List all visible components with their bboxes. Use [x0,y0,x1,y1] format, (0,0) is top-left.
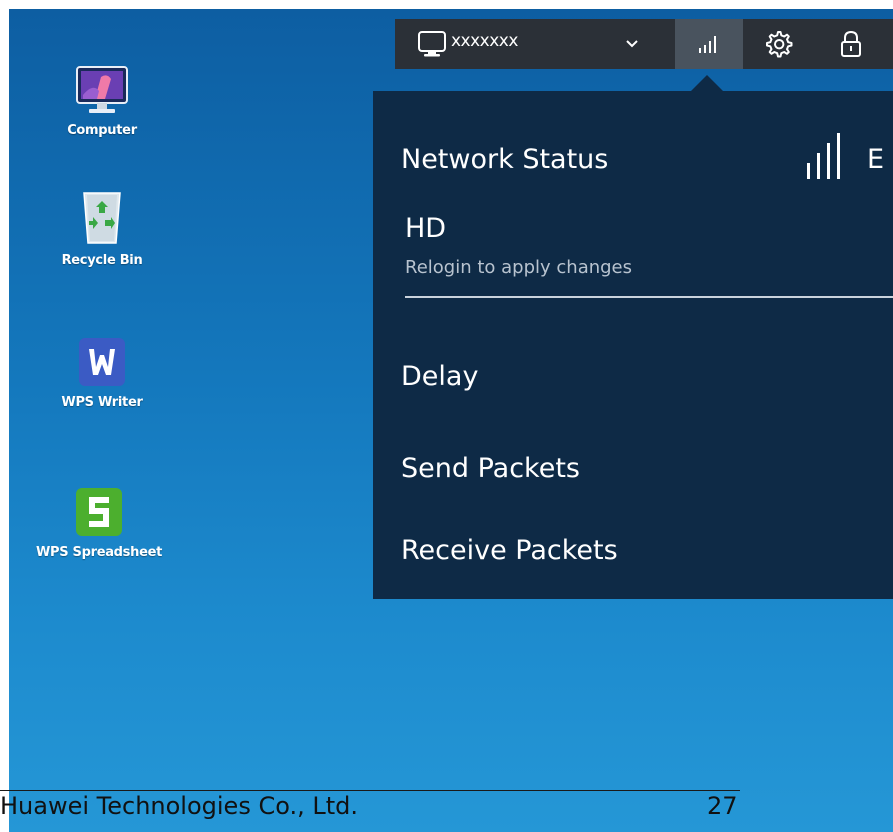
chevron-down-icon[interactable] [621,33,643,55]
machine-name: xxxxxxx [451,31,518,51]
gear-icon[interactable] [763,29,793,59]
send-packets-label: Send Packets [401,453,580,484]
network-status-button[interactable] [675,19,743,69]
delay-label: Delay [401,361,479,392]
panel-pointer [690,75,724,92]
desktop-icon-label: WPS Writer [61,395,143,410]
panel-divider [405,296,893,298]
desktop-icon-label: Computer [67,123,137,138]
remote-toolbar: xxxxxxx [395,19,893,69]
relogin-hint: Relogin to apply changes [405,257,633,278]
desktop-icon-label: Recycle Bin [61,253,143,268]
computer-icon [76,66,128,113]
network-status-panel: Network Status E HD Relogin to apply cha… [373,91,893,599]
desktop-icon-wps-writer[interactable]: WPS Writer [37,337,167,410]
wps-spreadsheet-icon [76,488,122,536]
receive-packets-label: Receive Packets [401,535,618,566]
footer-divider [0,790,740,791]
network-quality-label: E [867,144,885,175]
panel-title: Network Status [401,144,609,175]
desktop-icon-wps-spreadsheet[interactable]: WPS Spreadsheet [14,487,184,560]
monitor-icon [418,31,446,57]
signal-strength-icon [807,133,840,179]
recycle-bin-icon [83,192,121,244]
display-mode-option[interactable]: HD [405,213,446,244]
footer-page-number: 27 [707,792,738,820]
desktop-icon-recycle-bin[interactable]: Recycle Bin [42,189,162,268]
footer-company: Huawei Technologies Co., Ltd. [0,792,359,820]
desktop-icon-label: WPS Spreadsheet [35,545,163,560]
desktop-icon-computer[interactable]: Computer [47,65,157,138]
signal-icon [699,36,716,53]
lock-icon[interactable] [837,29,865,59]
wps-writer-icon [79,338,125,386]
